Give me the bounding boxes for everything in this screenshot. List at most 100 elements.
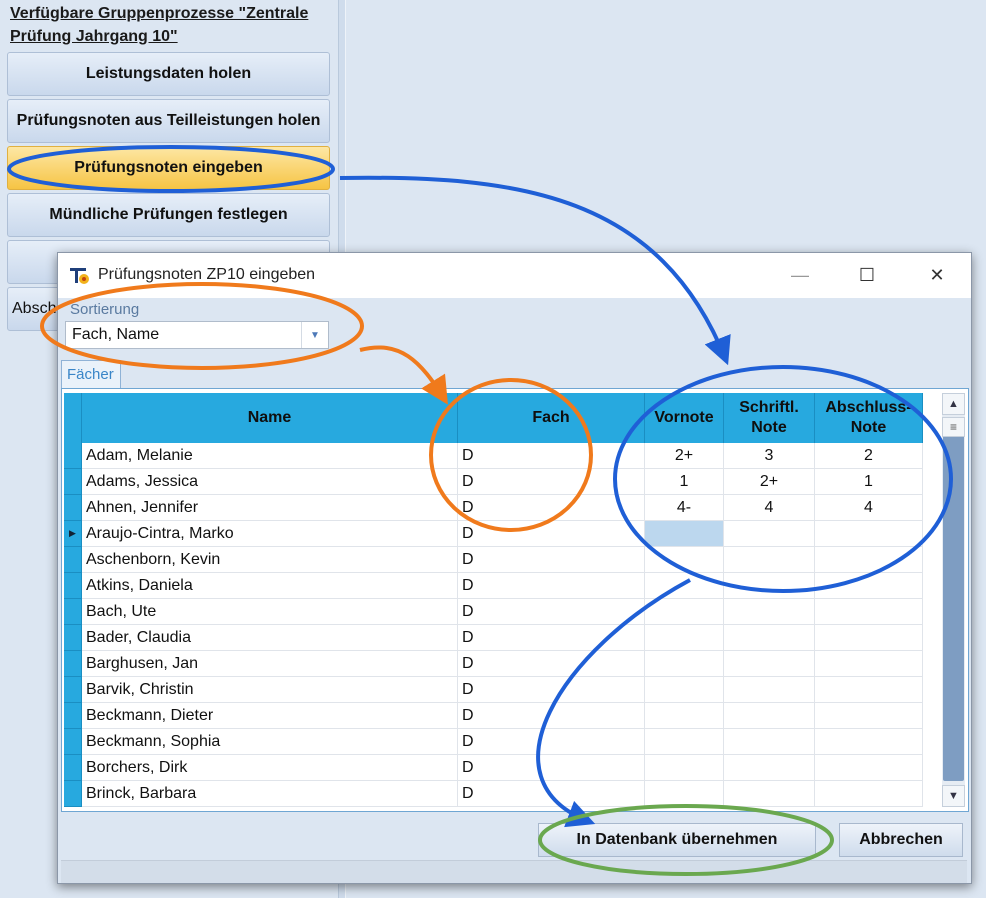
cell-abschluss-note[interactable]: 1 — [815, 469, 923, 495]
cell-name[interactable]: Barvik, Christin — [82, 677, 458, 703]
enter-exam-grades-button[interactable]: Prüfungsnoten eingeben — [7, 146, 330, 190]
cell-abschluss-note[interactable] — [815, 547, 923, 573]
cell-fach[interactable]: D — [458, 729, 645, 755]
cancel-button[interactable]: Abbrechen — [839, 823, 963, 857]
cell-name[interactable]: Adams, Jessica — [82, 469, 458, 495]
row-selector[interactable] — [64, 625, 82, 651]
cell-vornote[interactable] — [645, 781, 724, 807]
cell-fach[interactable]: D — [458, 651, 645, 677]
row-selector[interactable]: ▶ — [64, 521, 82, 547]
vertical-scrollbar[interactable]: ▲ ≡ ▼ — [942, 393, 965, 807]
table-row[interactable]: Ahnen, Jennifer D 4- 4 4 — [64, 495, 923, 521]
cell-abschluss-note[interactable] — [815, 677, 923, 703]
cell-fach[interactable]: D — [458, 755, 645, 781]
cell-abschluss-note[interactable] — [815, 781, 923, 807]
table-row[interactable]: Bader, Claudia D — [64, 625, 923, 651]
column-header-fach[interactable]: Fach — [458, 393, 645, 443]
table-row[interactable]: Bach, Ute D — [64, 599, 923, 625]
cell-fach[interactable]: D — [458, 573, 645, 599]
row-selector[interactable] — [64, 677, 82, 703]
close-icon[interactable]: ✕ — [914, 253, 960, 298]
cell-name[interactable]: Barghusen, Jan — [82, 651, 458, 677]
cell-abschluss-note[interactable]: 4 — [815, 495, 923, 521]
cell-name[interactable]: Bader, Claudia — [82, 625, 458, 651]
cell-vornote[interactable] — [645, 573, 724, 599]
cell-name[interactable]: Atkins, Daniela — [82, 573, 458, 599]
cell-vornote[interactable] — [645, 677, 724, 703]
column-header-vornote[interactable]: Vornote — [645, 393, 724, 443]
apply-to-database-button[interactable]: In Datenbank übernehmen — [538, 823, 816, 857]
cell-schriftl-note[interactable] — [724, 755, 815, 781]
row-selector[interactable] — [64, 573, 82, 599]
cell-fach[interactable]: D — [458, 781, 645, 807]
cell-vornote[interactable]: 1 — [645, 469, 724, 495]
cell-abschluss-note[interactable] — [815, 573, 923, 599]
column-header-schriftl-note[interactable]: Schriftl. Note — [724, 393, 815, 443]
table-row[interactable]: Aschenborn, Kevin D — [64, 547, 923, 573]
cell-abschluss-note[interactable]: 2 — [815, 443, 923, 469]
cell-name[interactable]: Borchers, Dirk — [82, 755, 458, 781]
cell-schriftl-note[interactable]: 3 — [724, 443, 815, 469]
cell-fach[interactable]: D — [458, 547, 645, 573]
cell-abschluss-note[interactable] — [815, 703, 923, 729]
row-selector[interactable] — [64, 599, 82, 625]
row-selector[interactable] — [64, 651, 82, 677]
cell-name[interactable]: Brinck, Barbara — [82, 781, 458, 807]
tab-faecher[interactable]: Fächer — [61, 360, 121, 389]
cell-schriftl-note[interactable]: 4 — [724, 495, 815, 521]
cell-abschluss-note[interactable] — [815, 729, 923, 755]
cell-fach[interactable]: D — [458, 443, 645, 469]
cell-vornote[interactable] — [645, 755, 724, 781]
row-selector[interactable] — [64, 547, 82, 573]
cell-vornote[interactable] — [645, 703, 724, 729]
row-selector[interactable] — [64, 443, 82, 469]
cell-fach[interactable]: D — [458, 469, 645, 495]
cell-schriftl-note[interactable]: 2+ — [724, 469, 815, 495]
cell-schriftl-note[interactable] — [724, 521, 815, 547]
cell-schriftl-note[interactable] — [724, 677, 815, 703]
table-row[interactable]: Borchers, Dirk D — [64, 755, 923, 781]
cell-schriftl-note[interactable] — [724, 573, 815, 599]
cell-schriftl-note[interactable] — [724, 781, 815, 807]
table-row[interactable]: Barghusen, Jan D — [64, 651, 923, 677]
row-selector[interactable] — [64, 495, 82, 521]
scroll-up-icon[interactable]: ▲ — [942, 393, 965, 415]
cell-schriftl-note[interactable] — [724, 599, 815, 625]
cell-fach[interactable]: D — [458, 703, 645, 729]
fetch-grades-from-parts-button[interactable]: Prüfungsnoten aus Teilleistungen holen — [7, 99, 330, 143]
cell-name[interactable]: Beckmann, Sophia — [82, 729, 458, 755]
cell-abschluss-note[interactable] — [815, 651, 923, 677]
table-row[interactable]: Adams, Jessica D 1 2+ 1 — [64, 469, 923, 495]
define-oral-exams-button[interactable]: Mündliche Prüfungen festlegen — [7, 193, 330, 237]
scroll-down-icon[interactable]: ▼ — [942, 785, 965, 807]
table-row[interactable]: Adam, Melanie D 2+ 3 2 — [64, 443, 923, 469]
row-selector[interactable] — [64, 469, 82, 495]
row-selector[interactable] — [64, 703, 82, 729]
cell-vornote[interactable] — [645, 599, 724, 625]
table-row[interactable]: Brinck, Barbara D — [64, 781, 923, 807]
cell-name[interactable]: Araujo-Cintra, Marko — [82, 521, 458, 547]
cell-schriftl-note[interactable] — [724, 729, 815, 755]
cell-abschluss-note[interactable] — [815, 599, 923, 625]
row-selector[interactable] — [64, 781, 82, 807]
cell-name[interactable]: Bach, Ute — [82, 599, 458, 625]
table-row[interactable]: Barvik, Christin D — [64, 677, 923, 703]
table-row[interactable]: ▶ Araujo-Cintra, Marko D — [64, 521, 923, 547]
row-selector[interactable] — [64, 729, 82, 755]
cell-vornote[interactable]: 2+ — [645, 443, 724, 469]
table-row[interactable]: Atkins, Daniela D — [64, 573, 923, 599]
cell-vornote[interactable] — [645, 547, 724, 573]
cell-fach[interactable]: D — [458, 521, 645, 547]
cell-name[interactable]: Aschenborn, Kevin — [82, 547, 458, 573]
table-row[interactable]: Beckmann, Dieter D — [64, 703, 923, 729]
cell-abschluss-note[interactable] — [815, 755, 923, 781]
cell-fach[interactable]: D — [458, 677, 645, 703]
cell-vornote[interactable] — [645, 521, 724, 547]
cell-vornote[interactable]: 4- — [645, 495, 724, 521]
cell-vornote[interactable] — [645, 625, 724, 651]
cell-schriftl-note[interactable] — [724, 703, 815, 729]
cell-schriftl-note[interactable] — [724, 547, 815, 573]
scrollbar-thumb[interactable] — [943, 417, 964, 781]
sort-select[interactable]: Fach, Name ▼ — [65, 321, 329, 349]
cell-schriftl-note[interactable] — [724, 651, 815, 677]
